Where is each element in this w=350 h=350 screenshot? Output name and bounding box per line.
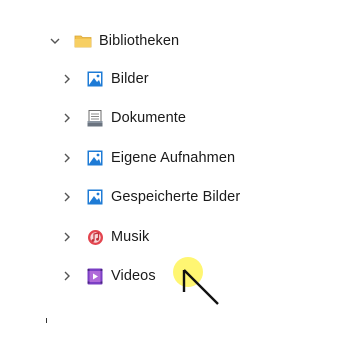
tree-item-label: Gespeicherte Bilder: [111, 189, 241, 205]
chevron-down-icon[interactable]: [48, 34, 62, 48]
saved-pictures-icon: [86, 188, 104, 206]
tree-item-eigene-aufnahmen[interactable]: Eigene Aufnahmen: [60, 145, 235, 171]
tree-item-label: Eigene Aufnahmen: [111, 150, 236, 166]
tree-item-dokumente[interactable]: Dokumente: [60, 105, 186, 131]
tree-item-videos[interactable]: Videos: [60, 263, 156, 289]
tree-item-label: Musik: [111, 229, 150, 245]
pictures-icon: [86, 70, 104, 88]
chevron-right-icon[interactable]: [60, 190, 74, 204]
tree-item-bibliotheken[interactable]: Bibliotheken: [48, 28, 179, 54]
tree-item-bilder[interactable]: Bilder: [60, 66, 149, 92]
documents-icon: [86, 109, 104, 127]
tree-item-label: Bilder: [111, 71, 149, 87]
tree-item-label: Videos: [111, 268, 156, 284]
chevron-right-icon[interactable]: [60, 230, 74, 244]
folder-icon: [74, 32, 92, 50]
camera-roll-icon: [86, 149, 104, 167]
music-icon: [86, 228, 104, 246]
videos-icon: [86, 267, 104, 285]
tree-item-musik[interactable]: Musik: [60, 224, 149, 250]
chevron-right-icon[interactable]: [60, 111, 74, 125]
mouse-cursor-icon: [182, 269, 219, 305]
navigation-tree: Bibliotheken Bilder Dokumente Eigene Auf…: [0, 0, 350, 350]
chevron-right-icon[interactable]: [60, 151, 74, 165]
tree-item-label: Dokumente: [111, 110, 187, 126]
chevron-right-icon[interactable]: [60, 269, 74, 283]
tree-item-gespeicherte-bilder[interactable]: Gespeicherte Bilder: [60, 184, 240, 210]
stray-mark: [46, 318, 47, 323]
chevron-right-icon[interactable]: [60, 72, 74, 86]
tree-item-label: Bibliotheken: [99, 33, 180, 49]
